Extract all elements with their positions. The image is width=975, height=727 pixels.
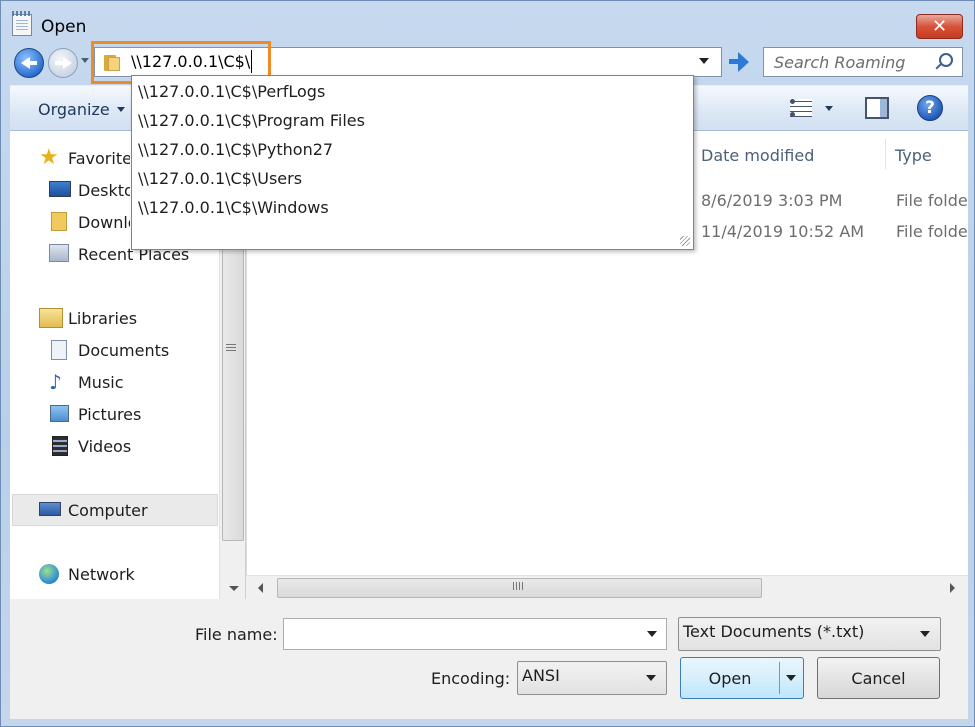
cancel-button[interactable]: Cancel bbox=[817, 657, 940, 699]
sidebar-item-libraries[interactable]: Libraries bbox=[68, 309, 137, 328]
sidebar-item-videos[interactable]: Videos bbox=[78, 437, 131, 456]
sidebar-item-music[interactable]: Music bbox=[78, 373, 124, 392]
row-2-type[interactable]: File folder bbox=[896, 222, 968, 241]
encoding-value: ANSI bbox=[522, 666, 560, 685]
view-dropdown-icon[interactable] bbox=[825, 106, 833, 111]
libraries-icon bbox=[39, 308, 63, 328]
encoding-select[interactable]: ANSI bbox=[517, 661, 667, 695]
open-dialog: Open ✕ \\127.0.0.1\C$\ Search Roaming Or… bbox=[0, 0, 975, 727]
suggestion-users[interactable]: \\127.0.0.1\C$\Users bbox=[138, 169, 302, 188]
address-dropdown-arrow-icon[interactable] bbox=[699, 58, 709, 64]
open-button-label: Open bbox=[708, 669, 752, 688]
go-arrow-icon[interactable] bbox=[726, 48, 752, 76]
title-bar: Open ✕ bbox=[1, 1, 975, 41]
column-separator[interactable] bbox=[885, 139, 886, 169]
sidebar-item-computer[interactable]: Computer bbox=[68, 501, 148, 520]
sidebar-item-downloads[interactable]: Downloads bbox=[78, 213, 130, 232]
suggestion-program-files[interactable]: \\127.0.0.1\C$\Program Files bbox=[138, 111, 365, 130]
column-header-date-modified[interactable]: Date modified bbox=[701, 146, 814, 165]
scroll-down-arrow-icon[interactable] bbox=[229, 586, 239, 591]
downloads-folder-icon bbox=[51, 212, 67, 231]
sidebar-item-favorites[interactable]: Favorites bbox=[68, 149, 130, 168]
notepad-icon bbox=[12, 11, 32, 36]
file-name-input[interactable] bbox=[283, 618, 667, 650]
recent-places-icon bbox=[49, 244, 69, 262]
open-split-divider bbox=[779, 662, 780, 694]
preview-pane-icon[interactable] bbox=[865, 97, 889, 119]
sidebar-item-pictures[interactable]: Pictures bbox=[78, 405, 141, 424]
back-button[interactable] bbox=[14, 48, 44, 78]
encoding-label: Encoding: bbox=[431, 669, 511, 688]
search-icon[interactable] bbox=[939, 53, 953, 67]
scroll-right-arrow-icon[interactable] bbox=[950, 583, 955, 593]
search-input[interactable]: Search Roaming bbox=[774, 53, 905, 72]
documents-icon bbox=[51, 340, 67, 360]
cancel-button-label: Cancel bbox=[851, 669, 906, 688]
address-suggestions-list: \\127.0.0.1\C$\PerfLogs \\127.0.0.1\C$\P… bbox=[131, 75, 694, 250]
row-1-type[interactable]: File folder bbox=[896, 191, 968, 210]
star-icon: ★ bbox=[39, 145, 59, 170]
suggestion-windows[interactable]: \\127.0.0.1\C$\Windows bbox=[138, 198, 329, 217]
network-icon bbox=[39, 564, 59, 584]
row-1-date[interactable]: 8/6/2019 3:03 PM bbox=[701, 191, 842, 210]
sidebar-item-network[interactable]: Network bbox=[68, 565, 135, 584]
window-title: Open bbox=[41, 17, 87, 37]
organize-dropdown-icon[interactable] bbox=[117, 107, 125, 112]
encoding-dropdown-icon[interactable] bbox=[646, 675, 656, 681]
close-icon: ✕ bbox=[931, 16, 948, 37]
recent-locations-arrow-icon[interactable] bbox=[81, 58, 89, 63]
file-type-select[interactable]: Text Documents (*.txt) bbox=[678, 617, 941, 651]
sidebar-item-desktop[interactable]: Desktop bbox=[78, 181, 130, 200]
open-button[interactable]: Open bbox=[680, 657, 804, 699]
row-2-date[interactable]: 11/4/2019 10:52 AM bbox=[701, 222, 864, 241]
desktop-icon bbox=[49, 181, 71, 197]
suggestion-python27[interactable]: \\127.0.0.1\C$\Python27 bbox=[138, 140, 333, 159]
resize-grip-icon[interactable] bbox=[680, 236, 690, 246]
file-type-dropdown-icon[interactable] bbox=[920, 631, 930, 637]
change-view-icon[interactable] bbox=[790, 99, 812, 117]
scroll-grip-icon bbox=[226, 344, 236, 352]
scroll-left-arrow-icon[interactable] bbox=[258, 583, 263, 593]
music-icon: ♪ bbox=[49, 370, 62, 394]
pictures-icon bbox=[50, 405, 69, 422]
open-options-dropdown-icon[interactable] bbox=[786, 675, 796, 681]
sidebar-item-documents[interactable]: Documents bbox=[78, 341, 169, 360]
computer-icon bbox=[39, 502, 61, 516]
horizontal-scrollbar[interactable] bbox=[246, 575, 968, 599]
videos-icon bbox=[52, 436, 68, 456]
forward-button[interactable] bbox=[48, 48, 78, 78]
help-icon[interactable]: ? bbox=[917, 95, 943, 121]
column-header-type[interactable]: Type bbox=[895, 146, 932, 165]
scroll-grip-icon bbox=[513, 582, 525, 590]
organize-button[interactable]: Organize bbox=[38, 100, 110, 119]
close-button[interactable]: ✕ bbox=[916, 14, 963, 39]
search-box[interactable]: Search Roaming bbox=[763, 47, 963, 77]
suggestion-perflogs[interactable]: \\127.0.0.1\C$\PerfLogs bbox=[138, 82, 325, 101]
file-name-label: File name: bbox=[195, 625, 278, 644]
file-type-value: Text Documents (*.txt) bbox=[683, 622, 865, 641]
file-name-dropdown-icon[interactable] bbox=[647, 631, 657, 637]
